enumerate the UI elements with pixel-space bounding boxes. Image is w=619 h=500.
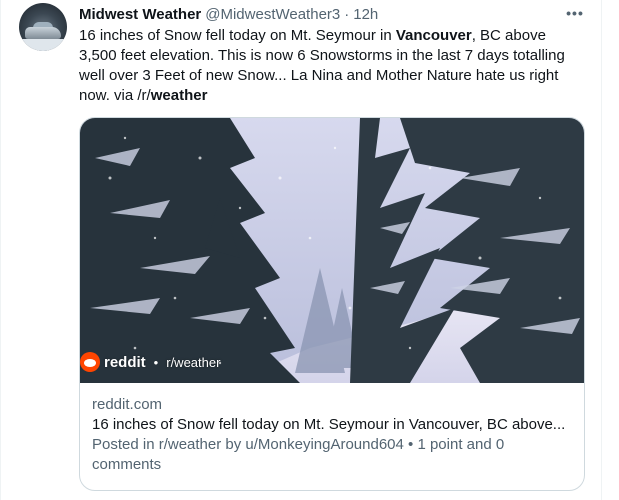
overlay-separator: • [153, 354, 159, 370]
timeline-border-right [601, 0, 602, 500]
tweet-text-part1: 16 inches of Snow fell today on Mt. Seym… [79, 27, 396, 44]
overlay-subreddit: r/weather [166, 354, 221, 370]
tweet[interactable]: Midwest Weather @MidwestWeather3 · 12h •… [0, 0, 601, 500]
more-options-button[interactable]: ••• [562, 2, 588, 24]
more-horizontal-icon: ••• [566, 5, 584, 21]
avatar-snow [19, 39, 67, 51]
tweet-text-bold-vancouver: Vancouver [395, 27, 472, 44]
tweet-timestamp[interactable]: 12h [353, 6, 378, 23]
subreddit-link[interactable]: /r/weather [137, 87, 207, 104]
header-separator: · [344, 5, 350, 23]
user-handle[interactable]: @MidwestWeather3 [205, 6, 340, 23]
card-image[interactable]: reddit • r/weather [80, 118, 584, 383]
reddit-wordmark: reddit [104, 353, 146, 371]
subreddit-link-name: weather [150, 87, 208, 104]
tweet-text: 16 inches of Snow fell today on Mt. Seym… [79, 26, 584, 106]
avatar-car [25, 27, 61, 39]
link-card[interactable]: reddit • r/weather reddit.com 16 inches … [79, 117, 585, 491]
card-meta: reddit.com 16 inches of Snow fell today … [80, 383, 584, 475]
reddit-logo-icon [80, 352, 100, 372]
subreddit-link-prefix: /r/ [137, 87, 151, 104]
reddit-overlay: reddit • r/weather [80, 351, 220, 373]
avatar[interactable] [19, 3, 67, 51]
snowy-forest-image [80, 118, 584, 383]
display-name[interactable]: Midwest Weather [79, 6, 201, 23]
tweet-header: Midwest Weather @MidwestWeather3 · 12h [79, 4, 378, 24]
card-title: 16 inches of Snow fell today on Mt. Seym… [92, 416, 566, 433]
card-domain: reddit.com [92, 396, 163, 413]
card-description: Posted in r/weather by u/MonkeyingAround… [92, 436, 505, 473]
